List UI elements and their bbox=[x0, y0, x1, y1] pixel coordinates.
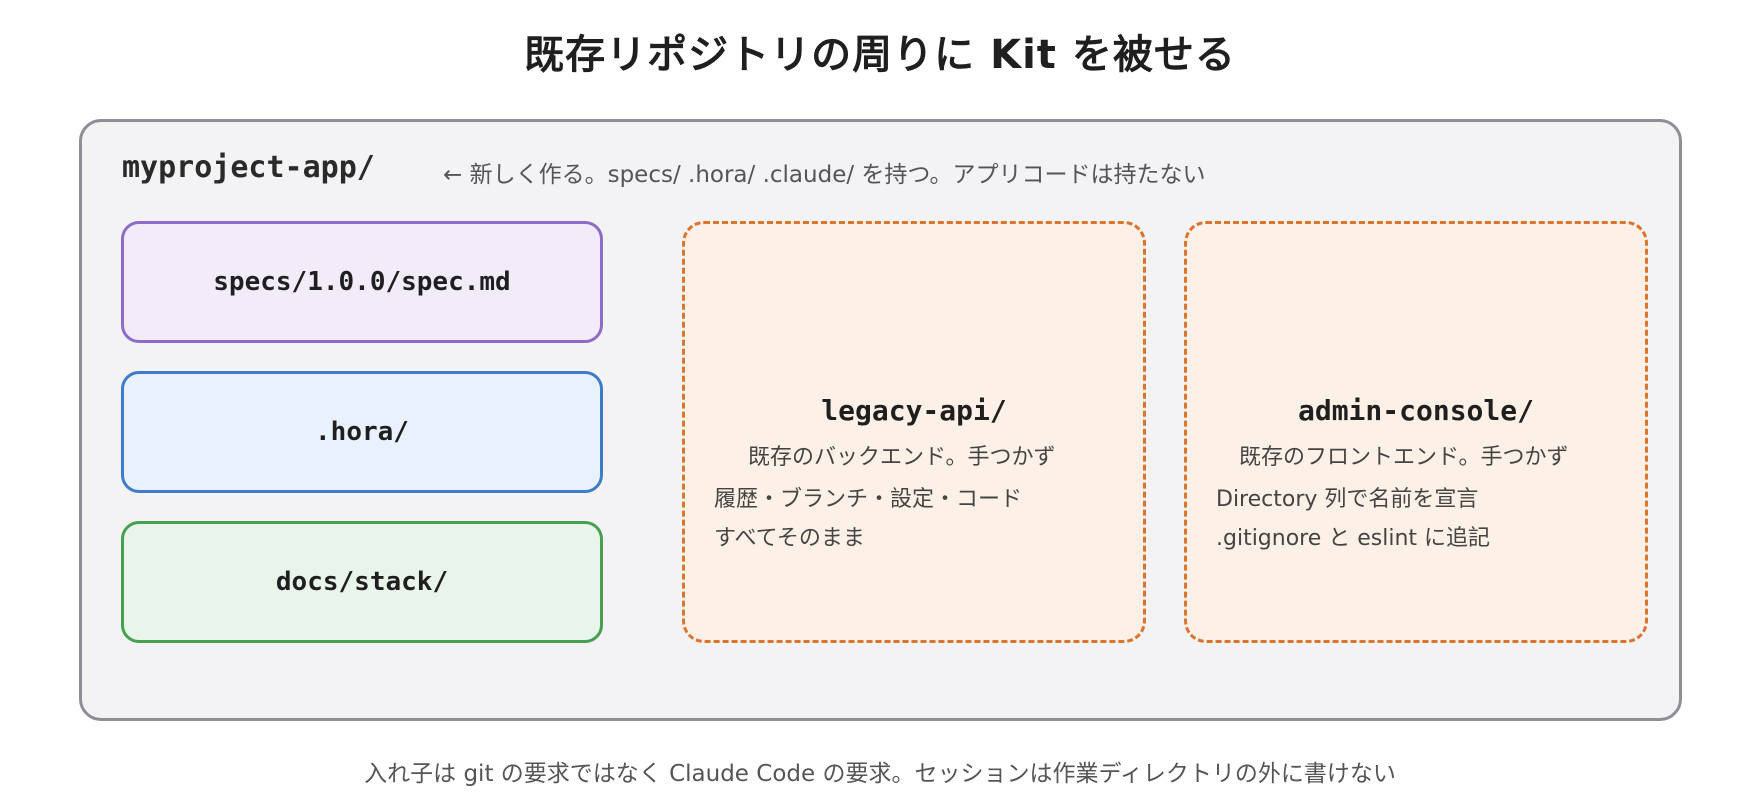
footer-note: 入れ子は git の要求ではなく Claude Code の要求。セッションは作… bbox=[364, 761, 1396, 787]
hora-dir-box: .hora/ bbox=[121, 371, 603, 493]
spec-file-label: specs/1.0.0/spec.md bbox=[213, 267, 511, 297]
legacy-api-desc-line: 既存のバックエンド。手つかず bbox=[748, 445, 1056, 470]
admin-console-desc-line: 既存のフロントエンド。手つかず bbox=[1239, 445, 1569, 470]
legacy-api-box: legacy-api/ 既存のバックエンド。手つかず 履歴・ブランチ・設定・コー… bbox=[682, 221, 1146, 643]
docs-stack-label: docs/stack/ bbox=[275, 567, 449, 597]
admin-console-desc-line: Directory 列で名前を宣言 bbox=[1216, 487, 1479, 512]
admin-console-box: admin-console/ 既存のフロントエンド。手つかず Directory… bbox=[1184, 221, 1648, 643]
legacy-api-desc-line: すべてそのまま bbox=[714, 526, 865, 551]
spec-file-box: specs/1.0.0/spec.md bbox=[121, 221, 603, 343]
root-directory-name: myproject-app/ bbox=[122, 150, 375, 185]
diagram-title: 既存リポジトリの周りに Kit を被せる bbox=[524, 32, 1236, 78]
root-directory-note: ← 新しく作る。specs/ .hora/ .claude/ を持つ。アプリコー… bbox=[443, 162, 1206, 188]
admin-console-name: admin-console/ bbox=[1297, 394, 1534, 427]
hora-dir-label: .hora/ bbox=[315, 417, 409, 447]
legacy-api-name: legacy-api/ bbox=[821, 394, 1007, 427]
admin-console-desc-line: .gitignore と eslint に追記 bbox=[1216, 526, 1491, 551]
docs-stack-box: docs/stack/ bbox=[121, 521, 603, 643]
root-directory-box: myproject-app/ ← 新しく作る。specs/ .hora/ .cl… bbox=[79, 119, 1682, 721]
legacy-api-desc-line: 履歴・ブランチ・設定・コード bbox=[714, 487, 1023, 512]
